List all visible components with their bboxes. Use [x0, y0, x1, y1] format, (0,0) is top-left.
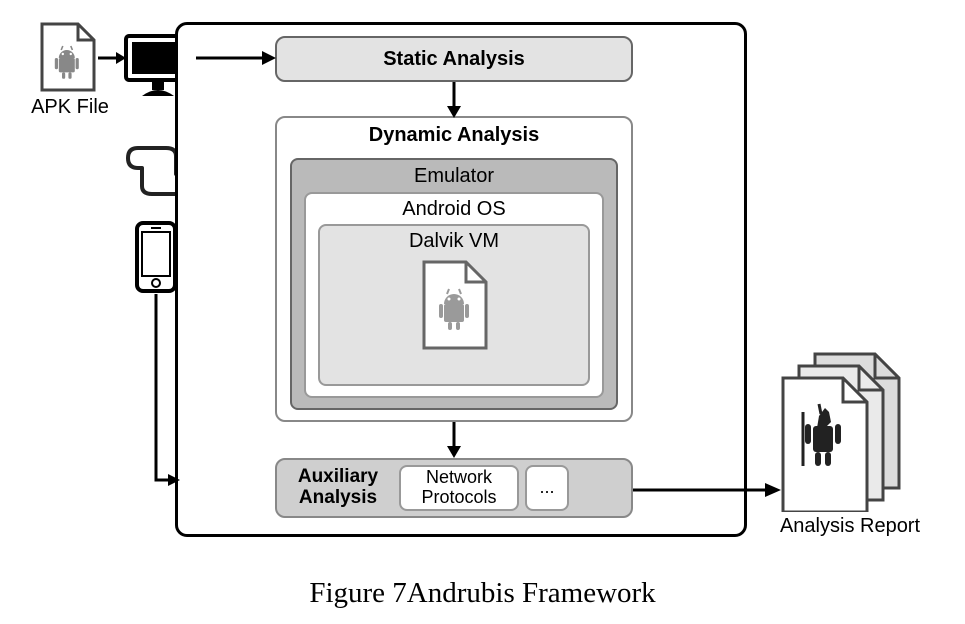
auxiliary-analysis-box: Auxiliary Analysis Network Protocols ... [275, 458, 633, 518]
diagram-canvas: APK File Static Analysis Dynamic Analysi… [0, 0, 965, 624]
app-file-icon [420, 260, 490, 352]
arrow-monitor-to-static [196, 48, 276, 68]
apk-file-icon [38, 22, 98, 94]
etc-pill: ... [525, 465, 569, 511]
emulator-label: Emulator [292, 165, 616, 188]
dalvik-vm-label: Dalvik VM [320, 230, 588, 253]
arrow-static-to-dynamic [444, 82, 464, 118]
network-protocols-pill: Network Protocols [399, 465, 519, 511]
apk-file-label: APK File [20, 96, 120, 119]
arrow-frame-to-report [633, 480, 781, 500]
android-os-label: Android OS [306, 198, 602, 221]
analysis-report-icon [775, 352, 925, 512]
dynamic-analysis-label: Dynamic Analysis [277, 124, 631, 147]
static-analysis-label: Static Analysis [383, 48, 525, 71]
smartphone-icon [134, 220, 178, 294]
arrow-dynamic-to-auxiliary [444, 422, 464, 458]
analysis-report-label: Analysis Report [755, 515, 945, 538]
arrow-phone-to-frame [148, 294, 188, 494]
figure-caption: Figure 7Andrubis Framework [0, 577, 965, 610]
auxiliary-analysis-label: Auxiliary Analysis [283, 467, 393, 509]
static-analysis-box: Static Analysis [275, 36, 633, 82]
arrow-apk-to-monitor [98, 50, 126, 66]
